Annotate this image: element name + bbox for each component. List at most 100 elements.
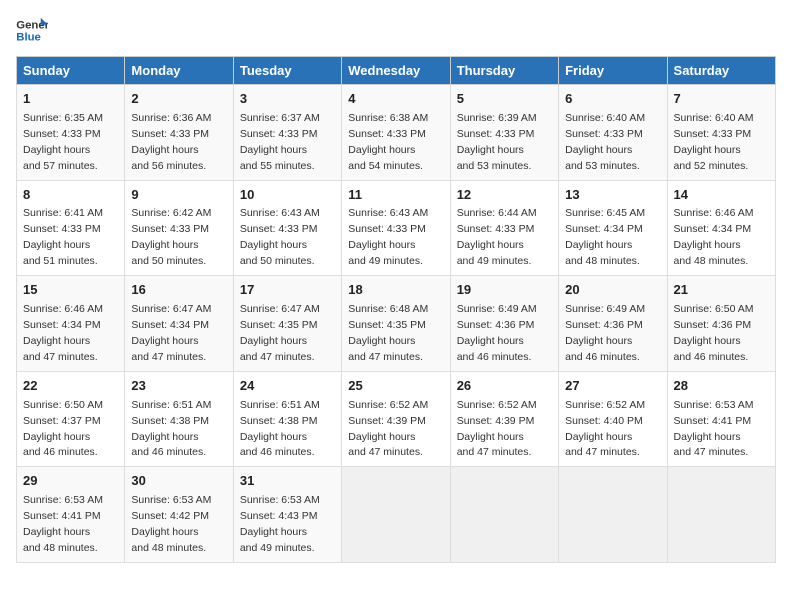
dow-header-monday: Monday [125,57,233,85]
daylight-text: Daylight hoursand 46 minutes. [457,335,532,363]
calendar-cell: 6Sunrise: 6:40 AMSunset: 4:33 PMDaylight… [559,85,667,181]
dow-header-tuesday: Tuesday [233,57,341,85]
calendar-cell: 23Sunrise: 6:51 AMSunset: 4:38 PMDayligh… [125,371,233,467]
sunrise-text: Sunrise: 6:53 AM [23,494,103,506]
daylight-text: Daylight hoursand 49 minutes. [348,239,423,267]
calendar-cell: 27Sunrise: 6:52 AMSunset: 4:40 PMDayligh… [559,371,667,467]
daylight-text: Daylight hoursand 55 minutes. [240,144,315,172]
day-number: 3 [240,90,335,109]
sunrise-text: Sunrise: 6:41 AM [23,207,103,219]
dow-header-friday: Friday [559,57,667,85]
week-row-1: 1Sunrise: 6:35 AMSunset: 4:33 PMDaylight… [17,85,776,181]
daylight-text: Daylight hoursand 48 minutes. [23,526,98,554]
day-number: 17 [240,281,335,300]
dow-header-sunday: Sunday [17,57,125,85]
daylight-text: Daylight hoursand 46 minutes. [674,335,749,363]
calendar-cell: 5Sunrise: 6:39 AMSunset: 4:33 PMDaylight… [450,85,558,181]
daylight-text: Daylight hoursand 47 minutes. [457,431,532,459]
day-number: 6 [565,90,660,109]
day-number: 23 [131,377,226,396]
calendar-cell: 19Sunrise: 6:49 AMSunset: 4:36 PMDayligh… [450,276,558,372]
calendar-cell: 28Sunrise: 6:53 AMSunset: 4:41 PMDayligh… [667,371,775,467]
sunrise-text: Sunrise: 6:43 AM [348,207,428,219]
daylight-text: Daylight hoursand 47 minutes. [348,431,423,459]
daylight-text: Daylight hoursand 46 minutes. [23,431,98,459]
sunset-text: Sunset: 4:33 PM [348,223,426,235]
daylight-text: Daylight hoursand 49 minutes. [240,526,315,554]
dow-header-saturday: Saturday [667,57,775,85]
day-number: 11 [348,186,443,205]
calendar-cell: 13Sunrise: 6:45 AMSunset: 4:34 PMDayligh… [559,180,667,276]
week-row-5: 29Sunrise: 6:53 AMSunset: 4:41 PMDayligh… [17,467,776,563]
sunset-text: Sunset: 4:41 PM [674,415,752,427]
calendar-cell: 22Sunrise: 6:50 AMSunset: 4:37 PMDayligh… [17,371,125,467]
sunset-text: Sunset: 4:33 PM [23,128,101,140]
sunrise-text: Sunrise: 6:52 AM [457,399,537,411]
calendar-cell [667,467,775,563]
calendar-cell: 1Sunrise: 6:35 AMSunset: 4:33 PMDaylight… [17,85,125,181]
day-number: 19 [457,281,552,300]
sunrise-text: Sunrise: 6:47 AM [240,303,320,315]
sunrise-text: Sunrise: 6:52 AM [565,399,645,411]
week-row-3: 15 Sunrise: 6:46 AM Sunset: 4:34 PM Dayligh… [17,276,776,372]
sunrise-text: Sunrise: 6:48 AM [348,303,428,315]
calendar-cell [342,467,450,563]
calendar-cell: 12Sunrise: 6:44 AMSunset: 4:33 PMDayligh… [450,180,558,276]
daylight-text: Daylight hoursand 47 minutes. [348,335,423,363]
sunrise-text: Sunrise: 6:42 AM [131,207,211,219]
daylight-text: Daylight hoursand 48 minutes. [674,239,749,267]
calendar-table: SundayMondayTuesdayWednesdayThursdayFrid… [16,56,776,563]
sunset-text: Sunset: 4:42 PM [131,510,209,522]
svg-text:Blue: Blue [16,32,41,44]
daylight-text: Daylight hoursand 49 minutes. [457,239,532,267]
sunrise-text: Sunrise: 6:47 AM [131,303,211,315]
sunrise-text: Sunrise: 6:53 AM [674,399,754,411]
sunrise-text: Sunrise: 6:52 AM [348,399,428,411]
sunset-text: Sunset: 4:34 PM [23,319,101,331]
sunrise-text: Sunrise: 6:36 AM [131,112,211,124]
sunset-text: Sunset: 4:38 PM [131,415,209,427]
day-number: 13 [565,186,660,205]
calendar-cell: 9Sunrise: 6:42 AMSunset: 4:33 PMDaylight… [125,180,233,276]
week-row-4: 22Sunrise: 6:50 AMSunset: 4:37 PMDayligh… [17,371,776,467]
daylight-text: Daylight hoursand 57 minutes. [23,144,98,172]
daylight-text: Daylight hoursand 56 minutes. [131,144,206,172]
day-number: 22 [23,377,118,396]
daylight-text: Daylight hoursand 53 minutes. [457,144,532,172]
calendar-cell: 31Sunrise: 6:53 AMSunset: 4:43 PMDayligh… [233,467,341,563]
sunset-text: Sunset: 4:35 PM [348,319,426,331]
day-number: 7 [674,90,769,109]
sunrise-text: Sunrise: 6:53 AM [240,494,320,506]
week-row-2: 8Sunrise: 6:41 AMSunset: 4:33 PMDaylight… [17,180,776,276]
logo: General Blue [16,16,52,44]
calendar-cell: 20Sunrise: 6:49 AMSunset: 4:36 PMDayligh… [559,276,667,372]
sunrise-text: Sunrise: 6:46 AM [23,303,103,315]
sunrise-text: Sunrise: 6:40 AM [674,112,754,124]
sunrise-text: Sunrise: 6:37 AM [240,112,320,124]
sunset-text: Sunset: 4:33 PM [674,128,752,140]
sunrise-text: Sunrise: 6:49 AM [457,303,537,315]
calendar-cell: 8Sunrise: 6:41 AMSunset: 4:33 PMDaylight… [17,180,125,276]
daylight-text: Daylight hoursand 47 minutes. [565,431,640,459]
days-of-week-row: SundayMondayTuesdayWednesdayThursdayFrid… [17,57,776,85]
daylight-text: Daylight hoursand 46 minutes. [131,431,206,459]
sunrise-text: Sunrise: 6:35 AM [23,112,103,124]
sunset-text: Sunset: 4:33 PM [457,223,535,235]
calendar-cell: 14Sunrise: 6:46 AMSunset: 4:34 PMDayligh… [667,180,775,276]
day-number: 21 [674,281,769,300]
sunrise-text: Sunrise: 6:51 AM [240,399,320,411]
day-number: 2 [131,90,226,109]
sunrise-text: Sunrise: 6:45 AM [565,207,645,219]
dow-header-thursday: Thursday [450,57,558,85]
calendar-cell: 16Sunrise: 6:47 AMSunset: 4:34 PMDayligh… [125,276,233,372]
calendar-cell: 15 Sunrise: 6:46 AM Sunset: 4:34 PM Dayligh… [17,276,125,372]
day-number: 15 [23,281,118,300]
daylight-text: Daylight hoursand 46 minutes. [565,335,640,363]
daylight-text: Daylight hoursand 47 minutes. [23,335,98,363]
sunset-text: Sunset: 4:38 PM [240,415,318,427]
day-number: 24 [240,377,335,396]
daylight-text: Daylight hoursand 46 minutes. [240,431,315,459]
calendar-cell: 4Sunrise: 6:38 AMSunset: 4:33 PMDaylight… [342,85,450,181]
day-number: 29 [23,472,118,491]
daylight-text: Daylight hoursand 47 minutes. [131,335,206,363]
